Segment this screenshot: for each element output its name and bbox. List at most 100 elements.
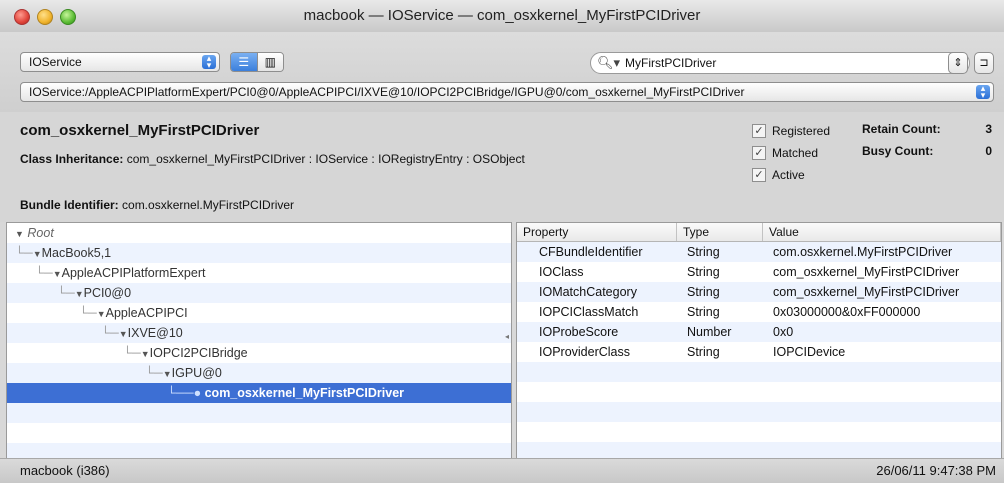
busy-count-label: Busy Count: (862, 144, 934, 158)
cell-value: com.osxkernel.MyFirstPCIDriver (773, 245, 953, 259)
cell-type: String (687, 345, 720, 359)
table-row-empty (517, 422, 1001, 442)
search-field[interactable]: 🔍︎▾ MyFirstPCIDriver ✕ (590, 52, 970, 74)
cell-type: String (687, 265, 720, 279)
window-title: macbook — IOService — com_osxkernel_MyFi… (303, 7, 701, 24)
registry-tree[interactable]: ▼ Root └─▼MacBook5,1 └─▼AppleACPIPlatfor… (6, 222, 512, 460)
tree-row[interactable]: └─▼AppleACPIPlatformExpert (7, 263, 511, 283)
tree-row[interactable]: └─▼IXVE@10 (7, 323, 511, 343)
disclosure-triangle-icon[interactable]: ▼ (119, 329, 128, 339)
plane-select[interactable]: IOService ▴ ▾ (20, 52, 220, 72)
view-mode-control: ☰ ▥ (230, 52, 284, 72)
tree-node-label: com_osxkernel_MyFirstPCIDriver (204, 386, 405, 400)
tree-node-label: PCI0@0 (83, 286, 132, 300)
bundle-identifier: Bundle Identifier: com.osxkernel.MyFirst… (20, 198, 294, 212)
retain-count-value: 3 (985, 122, 992, 136)
inheritance-value: com_osxkernel_MyFirstPCIDriver : IOServi… (126, 152, 525, 166)
cell-property: IOProviderClass (539, 345, 630, 359)
cell-property: IOClass (539, 265, 584, 279)
properties-table[interactable]: Property Type Value CFBundleIdentifier St… (516, 222, 1002, 460)
busy-count-value: 0 (985, 144, 992, 158)
cell-type: String (687, 245, 720, 259)
list-view-icon[interactable]: ☰ (231, 53, 257, 71)
registered-label: Registered (772, 124, 831, 138)
cell-value: 0x03000000&0xFF000000 (773, 305, 921, 319)
path-arrows-icon: ▴ ▾ (976, 84, 990, 100)
table-row[interactable]: IOClass String com_osxkernel_MyFirstPCIDri… (517, 262, 1001, 282)
split-handle-icon[interactable]: ◂ (505, 332, 509, 341)
cell-value: com_osxkernel_MyFirstPCIDriver (773, 285, 960, 299)
matched-label: Matched (772, 146, 819, 160)
column-header-property[interactable]: Property (517, 223, 677, 241)
tree-node-label: IXVE@10 (127, 326, 183, 340)
disclosure-triangle-icon[interactable]: ▼ (53, 269, 62, 279)
column-header-type[interactable]: Type (677, 223, 763, 241)
tree-row-empty (7, 423, 511, 443)
status-timestamp: 26/06/11 9:47:38 PM (876, 463, 996, 478)
disclosure-triangle-icon[interactable]: ▼ (15, 229, 24, 239)
cell-property: IOPCIClassMatch (539, 305, 639, 319)
state-checks: ✓ Registered ✓ Matched ✓ Active (752, 120, 830, 186)
path-select[interactable]: IOService:/AppleACPIPlatformExpert/PCI0@… (20, 82, 994, 102)
plane-select-value: IOService (29, 55, 82, 69)
table-row[interactable]: IOProbeScore Number 0x0 (517, 322, 1001, 342)
path-select-value: IOService:/AppleACPIPlatformExpert/PCI0@… (29, 85, 745, 99)
tree-node-label: IGPU@0 (171, 366, 222, 380)
active-label: Active (772, 168, 805, 182)
title-bar: macbook — IOService — com_osxkernel_MyFi… (0, 0, 1004, 33)
cell-property: IOMatchCategory (539, 285, 637, 299)
class-name: com_osxkernel_MyFirstPCIDriver (20, 122, 260, 139)
search-input[interactable]: MyFirstPCIDriver (625, 56, 716, 70)
table-row[interactable]: IOMatchCategory String com_osxkernel_MyFir… (517, 282, 1001, 302)
disclosure-triangle-icon[interactable]: ▼ (33, 249, 42, 259)
ioreg-window: macbook — IOService — com_osxkernel_MyFi… (0, 0, 1004, 483)
column-header-value[interactable]: Value (763, 223, 1001, 241)
bundle-label: Bundle Identifier: (20, 198, 119, 212)
disclosure-triangle-icon[interactable]: ▼ (97, 309, 106, 319)
tree-row[interactable]: └─▼PCI0@0 (7, 283, 511, 303)
tree-row[interactable]: ▼ Root (7, 223, 511, 243)
info-panel: com_osxkernel_MyFirstPCIDriver Class Inh… (0, 112, 1004, 222)
tree-node-label: MacBook5,1 (41, 246, 112, 260)
cell-type: String (687, 305, 720, 319)
tree-row-selected[interactable]: └──● com_osxkernel_MyFirstPCIDriver (7, 383, 511, 403)
tree-node-label: IOPCI2PCIBridge (149, 346, 248, 360)
cell-type: Number (687, 325, 732, 339)
cell-type: String (687, 285, 720, 299)
class-inheritance: Class Inheritance: com_osxkernel_MyFirst… (20, 152, 525, 166)
table-row-empty (517, 402, 1001, 422)
tree-row[interactable]: └─▼AppleACPIPCI (7, 303, 511, 323)
matched-checkbox: ✓ (752, 146, 766, 160)
tree-row[interactable]: └─▼MacBook5,1 (7, 243, 511, 263)
search-options-button[interactable]: ⇕ (948, 52, 968, 74)
status-host: macbook (i386) (20, 463, 110, 478)
disclosure-triangle-icon[interactable]: ▼ (141, 349, 150, 359)
cell-value: 0x0 (773, 325, 794, 339)
table-row[interactable]: CFBundleIdentifier String com.osxkernel.My… (517, 242, 1001, 262)
tree-node-label: AppleACPIPlatformExpert (61, 266, 206, 280)
tree-node-label: Root (27, 226, 54, 240)
tree-row[interactable]: └─▼IOPCI2PCIBridge (7, 343, 511, 363)
table-row[interactable]: IOPCIClassMatch String 0x03000000&0xFF0000… (517, 302, 1001, 322)
status-bar: macbook (i386) 26/06/11 9:47:38 PM (0, 458, 1004, 483)
search-icon[interactable]: 🔍︎▾ (597, 55, 620, 71)
inspector-button[interactable]: ⊐ (974, 52, 994, 74)
table-header: Property Type Value (517, 223, 1001, 242)
table-row-empty (517, 382, 1001, 402)
cell-property: CFBundleIdentifier (539, 245, 643, 259)
table-row[interactable]: IOProviderClass String IOPCIDevice (517, 342, 1001, 362)
select-arrows-icon: ▴ ▾ (202, 54, 216, 70)
counts: Retain Count: 3 Busy Count: 0 (862, 122, 992, 166)
active-checkbox: ✓ (752, 168, 766, 182)
cell-property: IOProbeScore (539, 325, 619, 339)
inheritance-label: Class Inheritance: (20, 152, 124, 166)
toolbar: IOService ▴▾ ☰ ▥ 🔍︎▾ MyFirstPCIDriver ✕ … (0, 32, 1004, 112)
disclosure-triangle-icon[interactable]: ▼ (163, 369, 172, 379)
cell-value: IOPCIDevice (773, 345, 846, 359)
tree-row[interactable]: └─▼IGPU@0 (7, 363, 511, 383)
tree-row-empty (7, 403, 511, 423)
column-view-icon[interactable]: ▥ (256, 53, 283, 71)
registered-checkbox: ✓ (752, 124, 766, 138)
tree-node-label: AppleACPIPCI (105, 306, 188, 320)
disclosure-triangle-icon[interactable]: ▼ (75, 289, 84, 299)
